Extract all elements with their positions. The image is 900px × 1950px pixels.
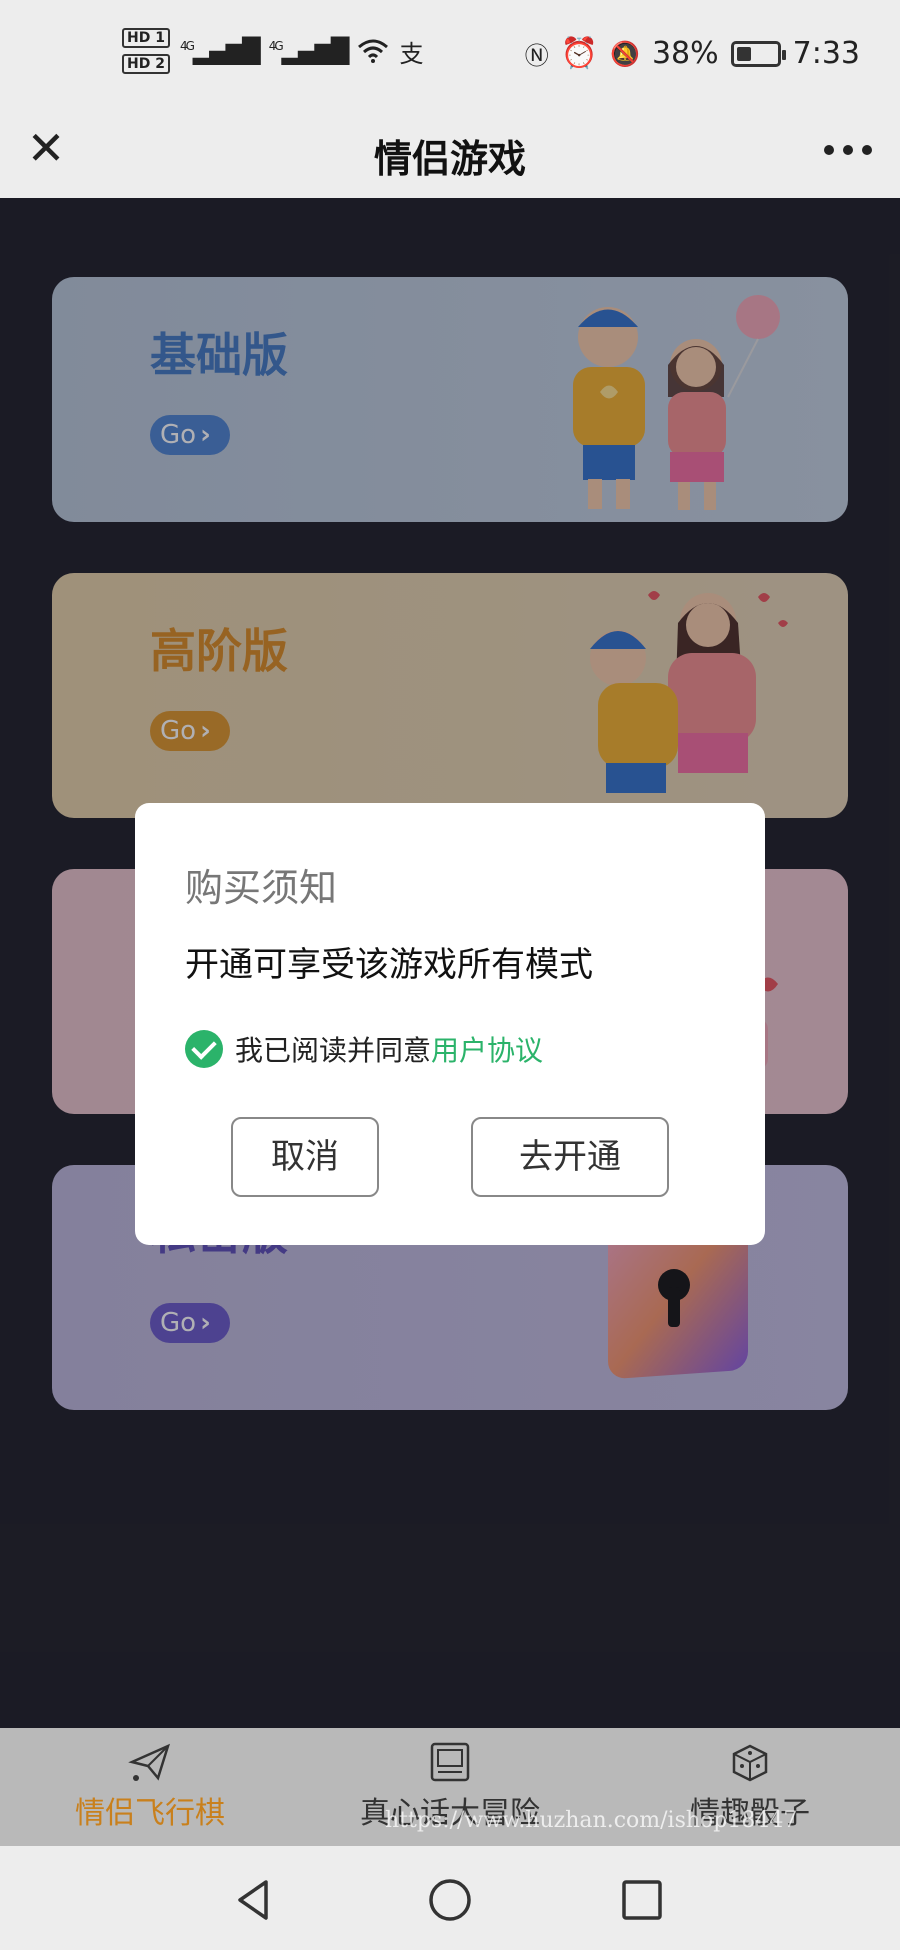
battery-percent: 38%: [651, 36, 719, 71]
hd2-label: HD 2: [122, 54, 170, 74]
paper-plane-icon: [128, 1743, 171, 1781]
agreement-text: 我已阅读并同意: [235, 1034, 432, 1067]
hd1-label: HD 1: [122, 28, 170, 48]
cancel-button[interactable]: 取消: [231, 1117, 379, 1197]
signal-icon: 4G▂▄▆█: [179, 37, 261, 65]
agreement-row: 我已阅读并同意 用户协议: [185, 1029, 543, 1069]
nfc-icon: Ⓝ: [524, 42, 549, 70]
clock: 7:33: [792, 36, 860, 71]
nav-home-icon[interactable]: [426, 1876, 474, 1924]
user-agreement-link[interactable]: 用户协议: [431, 1029, 543, 1069]
tab-label: 情侣飞行棋: [75, 1796, 225, 1831]
dialog-title: 购买须知: [185, 866, 338, 910]
nav-back-icon[interactable]: [230, 1876, 278, 1924]
battery-fill: [736, 46, 751, 61]
agreement-checkbox[interactable]: [185, 1030, 223, 1068]
dice-icon: [732, 1744, 768, 1782]
title-bar: ✕ 情侣游戏: [0, 110, 900, 198]
alarm-icon: ⏰: [560, 36, 599, 71]
activate-button[interactable]: 去开通: [471, 1117, 669, 1197]
status-left: HD 1 HD 2 4G▂▄▆█ 4G▂▄▆█ 支: [122, 28, 423, 74]
purchase-dialog: 购买须知 开通可享受该游戏所有模式 我已阅读并同意 用户协议 取消 去开通: [135, 803, 765, 1245]
signal-icon: 4G▂▄▆█: [268, 37, 350, 65]
status-bar: HD 1 HD 2 4G▂▄▆█ 4G▂▄▆█ 支 Ⓝ ⏰ 🔕 38% 7:33: [0, 0, 900, 110]
mute-icon: 🔕: [610, 39, 640, 68]
card-icon: [430, 1742, 470, 1782]
watermark: https://www.huzhan.com/ishop18447: [385, 1808, 798, 1833]
battery-icon: [730, 40, 786, 67]
alipay-icon: 支: [399, 39, 424, 68]
dialog-message: 开通可享受该游戏所有模式: [185, 945, 593, 985]
page-title: 情侣游戏: [373, 137, 526, 181]
wifi-icon: [358, 39, 389, 63]
more-dots-icon[interactable]: [824, 132, 872, 168]
tab-flight-chess[interactable]: 情侣飞行棋: [50, 1728, 250, 1846]
hd-indicator: HD 1 HD 2: [122, 28, 170, 74]
status-right: Ⓝ ⏰ 🔕 38% 7:33: [525, 36, 860, 71]
system-nav-bar: [0, 1846, 900, 1950]
nav-recent-icon[interactable]: [618, 1876, 666, 1924]
